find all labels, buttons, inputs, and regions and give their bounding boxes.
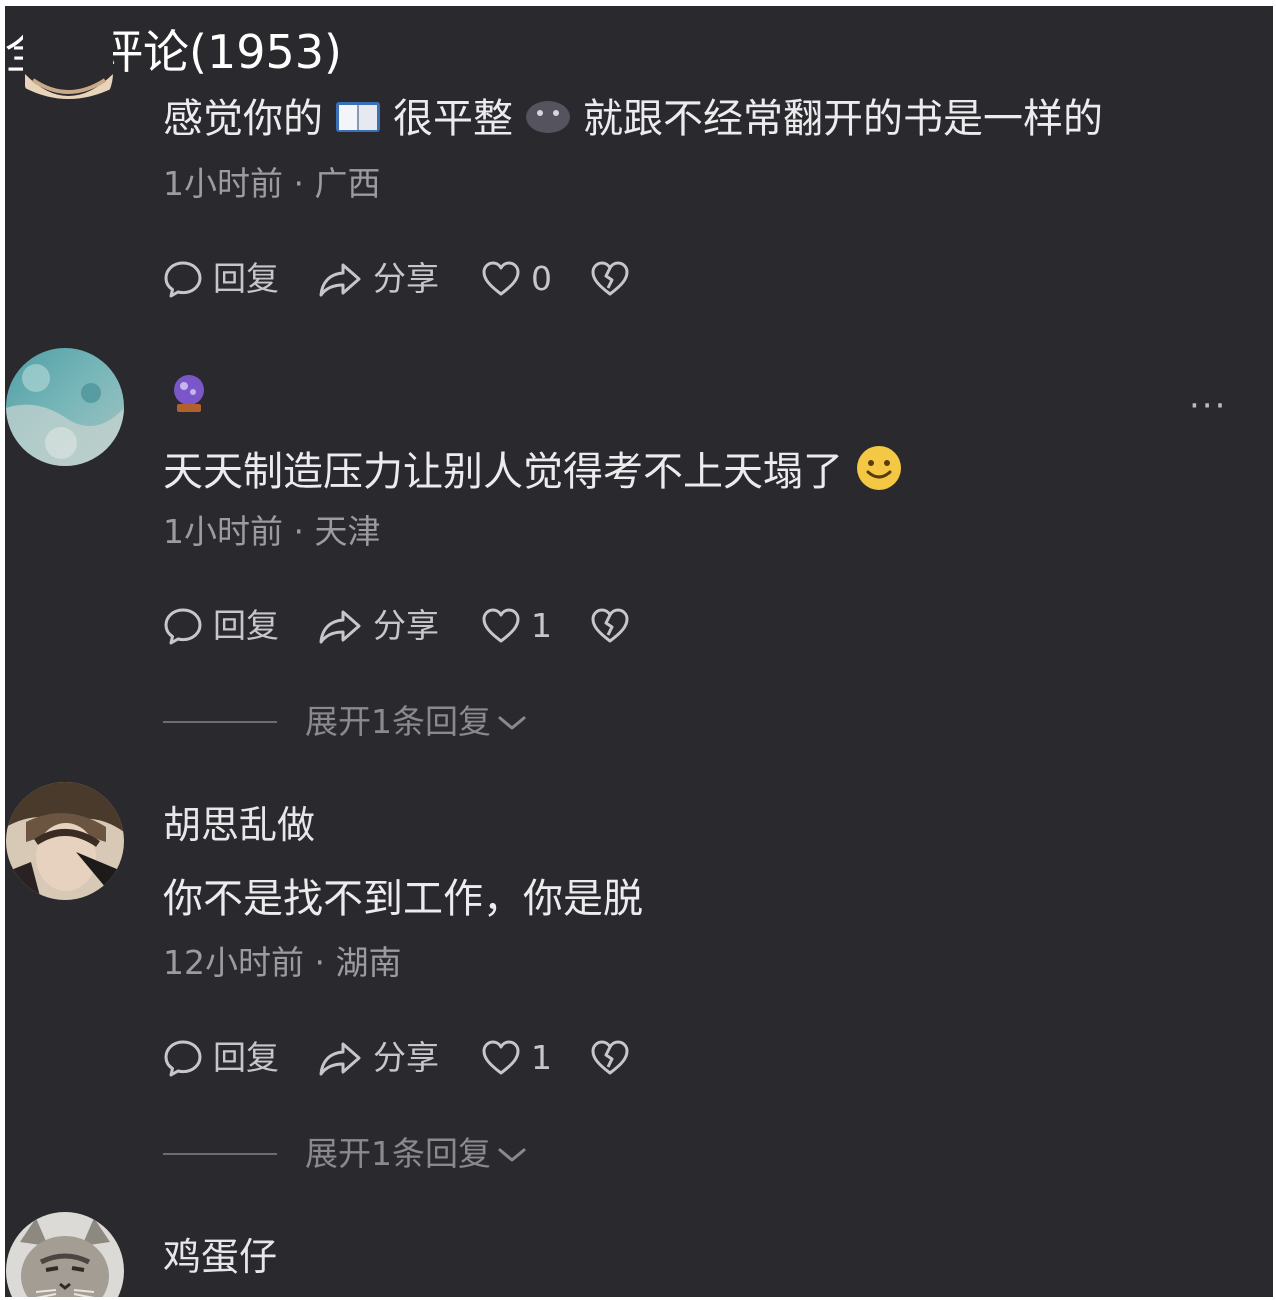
comment-meta: 12小时前 · 湖南	[163, 943, 402, 982]
share-label: 分享	[373, 259, 439, 298]
share-arrow-icon	[317, 259, 363, 299]
reply-button[interactable]: 回复	[163, 1038, 279, 1078]
broken-heart-icon	[590, 607, 630, 645]
like-count: 1	[531, 606, 552, 645]
username[interactable]: 鸡蛋仔	[163, 1234, 277, 1280]
comment-actions: 回复 分享 0	[163, 256, 630, 302]
reply-button[interactable]: 回复	[163, 606, 279, 646]
comment-text: 你不是找不到工作，你是脱	[163, 876, 643, 922]
share-label: 分享	[373, 606, 439, 645]
avatar[interactable]	[23, 6, 113, 118]
comment-meta: 1小时前 · 广西	[163, 164, 381, 203]
more-options-button[interactable]: ···	[1189, 386, 1227, 426]
chevron-down-icon	[497, 702, 527, 742]
comment-actions: 回复 分享 1	[163, 1035, 630, 1081]
heart-icon	[481, 1039, 521, 1077]
comment-text-part: 就跟不经常翻开的书是一样的	[583, 96, 1103, 142]
share-label: 分享	[373, 1038, 439, 1077]
expand-replies-button[interactable]: 展开1条回复	[163, 1134, 527, 1174]
username-crystal-ball-icon	[169, 372, 209, 420]
reply-label: 回复	[213, 1038, 279, 1077]
expand-replies-label: 展开1条回复	[305, 702, 491, 741]
heart-icon	[481, 607, 521, 645]
comment-bubble-icon	[163, 606, 203, 646]
reply-label: 回复	[213, 259, 279, 298]
share-button[interactable]: 分享	[317, 1038, 439, 1078]
divider	[163, 1153, 277, 1155]
username[interactable]: 胡思乱做	[163, 802, 315, 848]
like-count: 1	[531, 1038, 552, 1077]
reply-label: 回复	[213, 606, 279, 645]
avatar[interactable]	[6, 1212, 124, 1297]
share-arrow-icon	[317, 1038, 363, 1078]
expand-replies-label: 展开1条回复	[305, 1134, 491, 1173]
comment-meta: 1小时前 · 天津	[163, 512, 381, 551]
comment-bubble-icon	[163, 259, 203, 299]
like-count: 0	[531, 259, 552, 298]
comment-text-part: 天天制造压力让别人觉得考不上天塌了	[163, 449, 843, 495]
divider	[163, 721, 277, 723]
like-button[interactable]: 1	[481, 606, 552, 646]
dislike-button[interactable]	[590, 260, 630, 298]
chevron-down-icon	[497, 1134, 527, 1174]
broken-heart-icon	[590, 260, 630, 298]
expand-replies-button[interactable]: 展开1条回复	[163, 702, 527, 742]
smiley-emoji-icon	[855, 444, 903, 504]
book-emoji-icon	[335, 96, 381, 146]
comment-text: 天天制造压力让别人觉得考不上天塌了	[163, 444, 915, 504]
alien-monster-emoji-icon	[525, 96, 571, 146]
comment-bubble-icon	[163, 1038, 203, 1078]
comment-text: 感觉你的 很平整 就跟不经常翻开的书是一样的	[163, 94, 1103, 146]
dislike-button[interactable]	[590, 1039, 630, 1077]
broken-heart-icon	[590, 1039, 630, 1077]
share-arrow-icon	[317, 606, 363, 646]
share-button[interactable]: 分享	[317, 259, 439, 299]
comment-actions: 回复 分享 1	[163, 603, 630, 649]
comment-text-part: 很平整	[393, 96, 513, 142]
avatar[interactable]	[6, 782, 124, 900]
reply-button[interactable]: 回复	[163, 259, 279, 299]
comments-panel: 全部评论(1953) 感觉你的 很平整 就跟不经常翻开的书是一样的 1小时前 · 广…	[5, 6, 1273, 1297]
heart-icon	[481, 260, 521, 298]
comment-text-part: 感觉你的	[163, 96, 323, 142]
like-button[interactable]: 1	[481, 1038, 552, 1078]
like-button[interactable]: 0	[481, 259, 552, 299]
avatar[interactable]	[6, 348, 124, 466]
share-button[interactable]: 分享	[317, 606, 439, 646]
dislike-button[interactable]	[590, 607, 630, 645]
